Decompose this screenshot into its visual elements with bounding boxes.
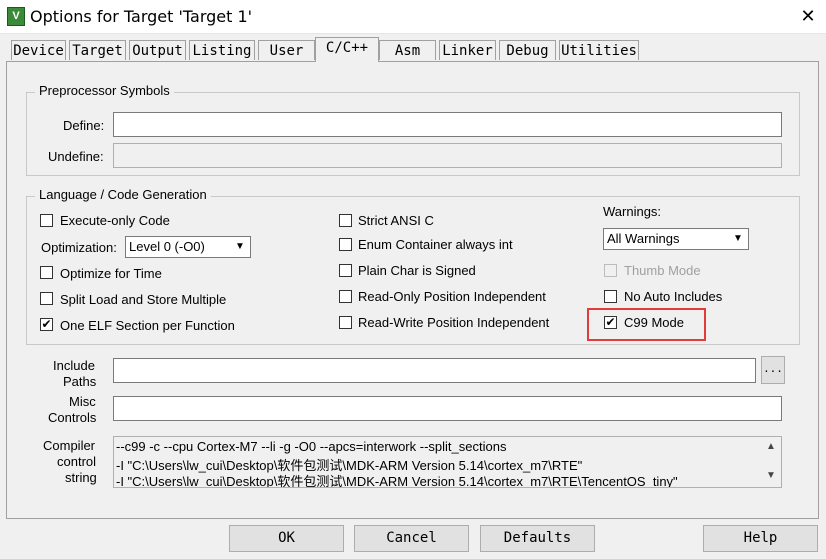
plain-char-label: Plain Char is Signed [358, 263, 476, 278]
execute-only-label: Execute-only Code [60, 213, 170, 228]
ro-pi-label: Read-Only Position Independent [358, 289, 546, 304]
warnings-label: Warnings: [603, 204, 662, 219]
compiler-control-label-3: string [65, 470, 97, 485]
optimization-label: Optimization: [41, 240, 117, 255]
misc-controls-label-1: Misc [69, 394, 96, 409]
tab-device[interactable]: Device [11, 40, 66, 60]
no-auto-includes-checkbox[interactable] [604, 290, 617, 303]
scroll-up-icon[interactable]: ▲ [765, 441, 777, 452]
tab-output[interactable]: Output [129, 40, 186, 60]
undefine-input[interactable] [113, 143, 782, 168]
include-paths-browse-button[interactable]: ... [761, 356, 785, 384]
optimize-time-checkbox[interactable] [40, 266, 53, 279]
include-paths-label-1: Include [53, 358, 95, 373]
warnings-value: All Warnings [607, 231, 680, 246]
tab-user[interactable]: User [258, 40, 315, 60]
plain-char-checkbox[interactable] [339, 264, 352, 277]
split-load-checkbox[interactable] [40, 292, 53, 305]
misc-controls-label-2: Controls [48, 410, 97, 425]
scroll-down-icon[interactable]: ▼ [765, 470, 777, 481]
c99-mode-highlight [587, 308, 706, 341]
language-legend: Language / Code Generation [35, 187, 211, 202]
tab-utilities[interactable]: Utilities [559, 40, 639, 60]
window-title: Options for Target 'Target 1' [30, 7, 253, 26]
no-auto-includes-label: No Auto Includes [624, 289, 723, 304]
compiler-control-label-1: Compiler [43, 438, 96, 453]
thumb-mode-label: Thumb Mode [624, 263, 701, 278]
compiler-control-textarea[interactable]: --c99 -c --cpu Cortex-M7 --li -g -O0 --a… [113, 436, 782, 488]
split-load-label: Split Load and Store Multiple [60, 292, 227, 307]
tab-linker[interactable]: Linker [439, 40, 496, 60]
ok-button[interactable]: OK [229, 525, 344, 552]
tab-debug[interactable]: Debug [499, 40, 556, 60]
warnings-select[interactable]: All Warnings ▼ [603, 228, 749, 250]
ro-pi-checkbox[interactable] [339, 290, 352, 303]
include-paths-input[interactable] [113, 358, 756, 383]
tab-asm[interactable]: Asm [379, 40, 436, 60]
strict-ansi-checkbox[interactable] [339, 214, 352, 227]
chevron-down-icon: ▼ [729, 230, 747, 248]
misc-controls-input[interactable] [113, 396, 782, 421]
defaults-button[interactable]: Defaults [480, 525, 595, 552]
title-bar: V Options for Target 'Target 1' ✕ [0, 0, 826, 34]
close-icon[interactable]: ✕ [790, 0, 826, 33]
define-label: Define: [63, 118, 105, 133]
rw-pi-checkbox[interactable] [339, 316, 352, 329]
compiler-control-label-2: control [57, 454, 97, 469]
tab-target[interactable]: Target [69, 40, 126, 60]
optimization-value: Level 0 (-O0) [129, 239, 205, 254]
enum-container-checkbox[interactable] [339, 238, 352, 251]
compiler-control-line: -I "C:\Users\lw_cui\Desktop\软件包测试\MDK-AR… [116, 474, 678, 488]
undefine-label: Undefine: [48, 149, 104, 164]
rw-pi-label: Read-Write Position Independent [358, 315, 550, 330]
help-button[interactable]: Help [703, 525, 818, 552]
app-icon: V [7, 7, 25, 26]
optimization-select[interactable]: Level 0 (-O0) ▼ [125, 236, 251, 258]
one-elf-label: One ELF Section per Function [60, 318, 235, 333]
define-input[interactable] [113, 112, 782, 137]
optimize-time-label: Optimize for Time [60, 266, 162, 281]
chevron-down-icon: ▼ [231, 238, 249, 256]
strict-ansi-label: Strict ANSI C [358, 213, 434, 228]
tab-listing[interactable]: Listing [189, 40, 255, 60]
cancel-button[interactable]: Cancel [354, 525, 469, 552]
include-paths-label-2: Paths [63, 374, 97, 389]
execute-only-checkbox[interactable] [40, 214, 53, 227]
thumb-mode-checkbox[interactable] [604, 264, 617, 277]
enum-container-label: Enum Container always int [358, 237, 513, 252]
one-elf-checkbox[interactable]: ✔ [40, 318, 53, 331]
tab-c-cpp[interactable]: C/C++ [315, 37, 379, 62]
preprocessor-legend: Preprocessor Symbols [35, 83, 174, 98]
compiler-control-line: --c99 -c --cpu Cortex-M7 --li -g -O0 --a… [116, 439, 507, 454]
